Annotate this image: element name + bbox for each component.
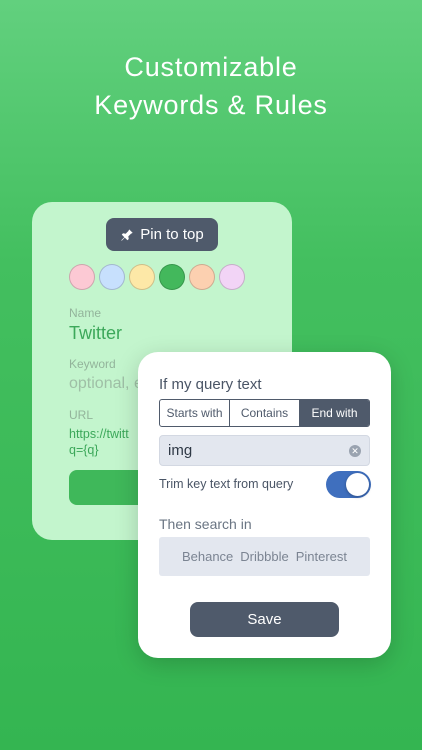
engine-pinterest: Pinterest [295,549,348,564]
query-text-value: img [168,442,193,459]
pin-to-top-button[interactable]: Pin to top [106,218,218,251]
keyword-label: Keyword [69,357,116,371]
segment-starts-with[interactable]: Starts with [160,400,230,426]
keyword-field[interactable]: optional, e [69,375,143,393]
rule-card-front: If my query text Starts with Contains En… [138,352,391,658]
then-search-label: Then search in [159,516,252,532]
url-field-line-2[interactable]: q={q} [69,442,99,458]
engine-dribbble: Dribbble [240,549,289,564]
pin-to-top-label: Pin to top [140,226,204,243]
toggle-knob [346,473,369,496]
segment-end-with[interactable]: End with [300,400,369,426]
pin-icon [121,228,133,241]
color-swatch-blue[interactable] [99,264,125,290]
engine-behance: Behance [181,549,234,564]
query-rule-title: If my query text [159,376,262,393]
color-swatches [69,264,245,290]
trim-key-text-toggle[interactable] [326,471,371,498]
name-field[interactable]: Twitter [69,323,122,344]
color-swatch-orange[interactable] [189,264,215,290]
color-swatch-yellow[interactable] [129,264,155,290]
color-swatch-pink[interactable] [69,264,95,290]
segment-contains[interactable]: Contains [230,400,300,426]
color-swatch-green-selected[interactable] [159,264,185,290]
headline: Customizable Keywords & Rules [0,48,422,124]
search-engines-field[interactable]: Behance Dribbble Pinterest [159,537,370,576]
clear-icon[interactable]: ✕ [349,444,361,457]
trim-key-text-label: Trim key text from query [159,477,294,491]
url-field-line-1[interactable]: https://twitt [69,426,129,442]
save-button[interactable]: Save [190,602,339,637]
match-mode-segmented-control: Starts with Contains End with [159,399,370,427]
headline-line-1: Customizable [124,52,298,82]
url-label: URL [69,408,94,422]
headline-line-2: Keywords & Rules [94,90,328,120]
query-text-input[interactable]: img ✕ [159,435,370,466]
name-label: Name [69,306,102,320]
color-swatch-purple[interactable] [219,264,245,290]
